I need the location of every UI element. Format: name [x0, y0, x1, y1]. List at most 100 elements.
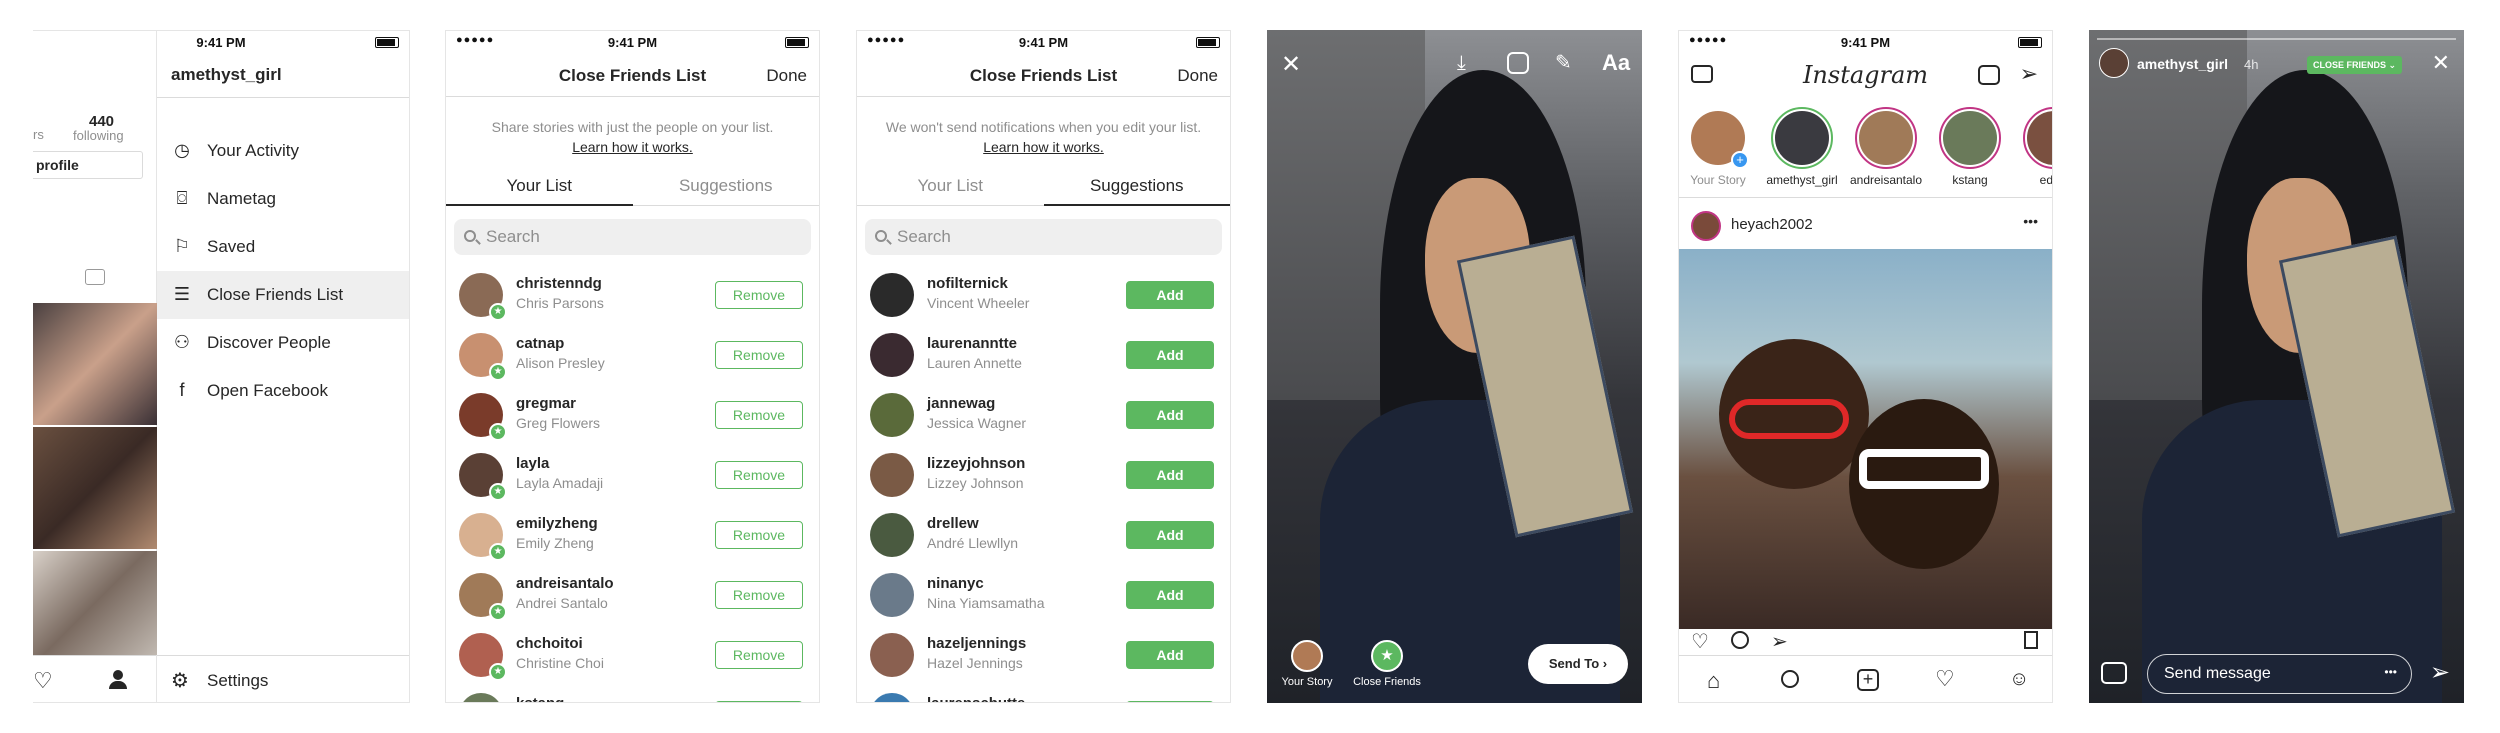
- menu-item-3[interactable]: ☰ Close Friends List: [157, 271, 409, 319]
- menu-item-1[interactable]: ⌼ Nametag: [157, 175, 409, 223]
- avatar[interactable]: [870, 333, 914, 377]
- remove-button[interactable]: Remove: [715, 521, 803, 549]
- avatar[interactable]: [870, 633, 914, 677]
- remove-button[interactable]: Remove: [715, 641, 803, 669]
- like-heart-icon[interactable]: ♡: [1691, 629, 1709, 654]
- list-item[interactable]: ★ catnap Alison Presley Remove: [446, 323, 819, 383]
- remove-button[interactable]: Remove: [715, 461, 803, 489]
- avatar[interactable]: [870, 273, 914, 317]
- list-item[interactable]: ★ emilyzheng Emily Zheng Remove: [446, 503, 819, 563]
- avatar[interactable]: [870, 393, 914, 437]
- download-icon[interactable]: ⤓: [1457, 52, 1466, 75]
- avatar[interactable]: [870, 693, 914, 702]
- heart-icon[interactable]: ♡: [33, 668, 53, 694]
- remove-button[interactable]: Remove: [715, 341, 803, 369]
- menu-item-2[interactable]: ⚐ Saved: [157, 223, 409, 271]
- send-message-input[interactable]: Send message •••: [2147, 654, 2412, 694]
- viewer-username[interactable]: amethyst_girl: [2137, 56, 2228, 72]
- list-item[interactable]: drellew André Llewllyn Add: [857, 503, 1230, 563]
- remove-button[interactable]: Remove: [715, 281, 803, 309]
- search-input[interactable]: Search: [454, 219, 811, 255]
- menu-item-5[interactable]: f Open Facebook: [157, 367, 409, 415]
- done-button[interactable]: Done: [766, 66, 807, 86]
- add-button[interactable]: Add: [1126, 581, 1214, 609]
- profile-grid-photo-3[interactable]: [33, 551, 157, 655]
- remove-button[interactable]: Remove: [715, 701, 803, 702]
- menu-item-0[interactable]: ◷ Your Activity: [157, 127, 409, 175]
- post-username[interactable]: heyach2002: [1731, 216, 1813, 233]
- add-button[interactable]: Add: [1126, 641, 1214, 669]
- viewer-avatar[interactable]: [2099, 48, 2129, 78]
- list-item[interactable]: ★ layla Layla Amadaji Remove: [446, 443, 819, 503]
- more-options-icon[interactable]: •••: [2023, 213, 2038, 229]
- remove-button[interactable]: Remove: [715, 581, 803, 609]
- add-button[interactable]: Add: [1126, 341, 1214, 369]
- edit-profile-button[interactable]: profile: [33, 151, 143, 179]
- list-item[interactable]: lizzeyjohnson Lizzey Johnson Add: [857, 443, 1230, 503]
- direct-send-icon[interactable]: ➢: [2430, 658, 2450, 687]
- story-avatar[interactable]: [2023, 107, 2052, 169]
- avatar[interactable]: [459, 693, 503, 702]
- story-avatar[interactable]: [1771, 107, 1833, 169]
- list-item[interactable]: laurenanntte Lauren Annette Add: [857, 323, 1230, 383]
- profile-grid-photo-2[interactable]: [33, 427, 157, 549]
- igtv-icon[interactable]: [1978, 65, 2000, 85]
- close-icon[interactable]: ✕: [1281, 50, 1301, 79]
- profile-tab-icon[interactable]: ☺: [2009, 668, 2029, 691]
- audience-your-story[interactable]: Your Story: [1277, 640, 1337, 688]
- activity-heart-icon[interactable]: ♡: [1935, 666, 1955, 692]
- home-icon[interactable]: ⌂: [1707, 668, 1720, 694]
- learn-more-link[interactable]: Learn how it works.: [572, 139, 693, 155]
- audience-close-friends[interactable]: ★ Close Friends: [1347, 640, 1427, 688]
- add-button[interactable]: Add: [1126, 461, 1214, 489]
- sticker-icon[interactable]: [1507, 52, 1529, 74]
- tagged-tab-icon[interactable]: [85, 269, 105, 285]
- share-icon[interactable]: ➢: [1771, 629, 1788, 654]
- story-avatar[interactable]: [1855, 107, 1917, 169]
- comment-icon[interactable]: [1731, 631, 1749, 649]
- tab-your-list[interactable]: Your List: [446, 166, 633, 206]
- avatar[interactable]: [870, 573, 914, 617]
- draw-pen-icon[interactable]: ✎: [1555, 50, 1572, 75]
- text-tool-icon[interactable]: Aa: [1602, 50, 1630, 76]
- close-friends-badge[interactable]: CLOSE FRIENDS ⌄: [2307, 56, 2403, 74]
- tab-suggestions[interactable]: Suggestions: [1043, 166, 1230, 206]
- more-options-icon[interactable]: •••: [2384, 665, 2397, 679]
- tab-your-list[interactable]: Your List: [857, 166, 1044, 206]
- add-button[interactable]: Add: [1126, 401, 1214, 429]
- add-button[interactable]: Add: [1126, 281, 1214, 309]
- list-item[interactable]: laurenschutte Add: [857, 683, 1230, 702]
- send-to-button[interactable]: Send To ›: [1528, 644, 1628, 684]
- done-button[interactable]: Done: [1177, 66, 1218, 86]
- list-item[interactable]: ★ christenndg Chris Parsons Remove: [446, 263, 819, 323]
- save-bookmark-icon[interactable]: [2024, 631, 2038, 649]
- add-button[interactable]: Add: [1126, 701, 1214, 702]
- close-icon[interactable]: ✕: [2432, 50, 2450, 76]
- camera-icon[interactable]: [2101, 662, 2127, 684]
- learn-more-link[interactable]: Learn how it works.: [983, 139, 1104, 155]
- list-item[interactable]: ★ andreisantalo Andrei Santalo Remove: [446, 563, 819, 623]
- list-item[interactable]: jannewag Jessica Wagner Add: [857, 383, 1230, 443]
- search-input[interactable]: Search: [865, 219, 1222, 255]
- profile-tab-icon[interactable]: [109, 670, 127, 689]
- tab-suggestions[interactable]: Suggestions: [633, 166, 820, 206]
- list-item[interactable]: nofilternick Vincent Wheeler Add: [857, 263, 1230, 323]
- remove-button[interactable]: Remove: [715, 401, 803, 429]
- menu-item-4[interactable]: ⚇ Discover People: [157, 319, 409, 367]
- avatar[interactable]: [870, 453, 914, 497]
- search-tab-icon[interactable]: [1781, 670, 1799, 688]
- post-avatar[interactable]: [1691, 211, 1721, 241]
- list-item[interactable]: hazeljennings Hazel Jennings Add: [857, 623, 1230, 683]
- story-avatar[interactable]: [1939, 107, 2001, 169]
- add-button[interactable]: Add: [1126, 521, 1214, 549]
- menu-settings-item[interactable]: ⚙ Settings: [157, 655, 409, 702]
- direct-send-icon[interactable]: ➢: [2020, 61, 2038, 87]
- list-item[interactable]: ★ gregmar Greg Flowers Remove: [446, 383, 819, 443]
- list-item[interactable]: ★kstangRemove: [446, 683, 819, 702]
- list-item[interactable]: ★ chchoitoi Christine Choi Remove: [446, 623, 819, 683]
- add-story-plus-icon[interactable]: +: [1731, 151, 1749, 169]
- list-item[interactable]: ninanyc Nina Yiamsamatha Add: [857, 563, 1230, 623]
- avatar[interactable]: [870, 513, 914, 557]
- profile-grid-photo-1[interactable]: [33, 303, 157, 425]
- new-post-icon[interactable]: +: [1857, 669, 1879, 691]
